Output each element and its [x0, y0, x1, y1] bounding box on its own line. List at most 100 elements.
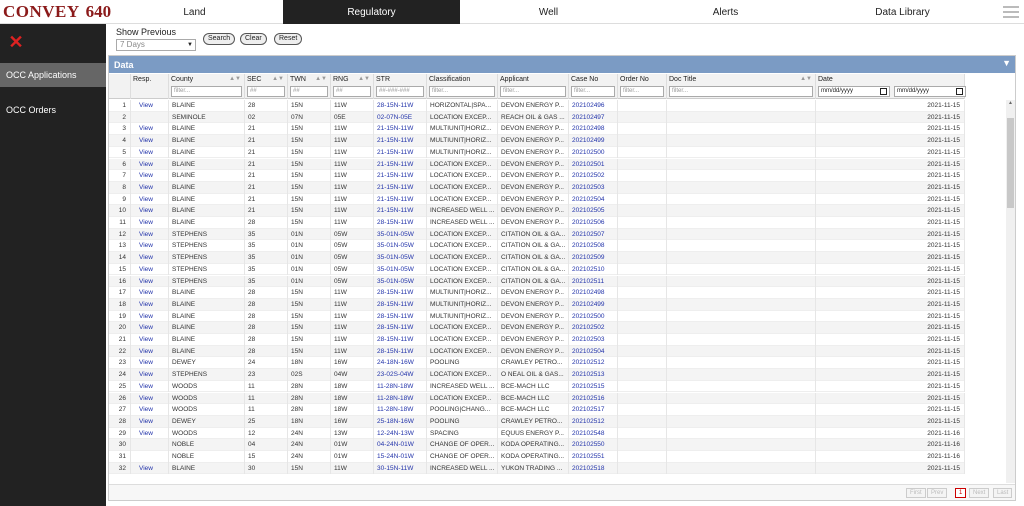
sidebar-item-occ-orders[interactable]: OCC Orders — [0, 98, 106, 122]
case-no-link[interactable]: 202102499 — [569, 135, 618, 147]
table-row[interactable]: 22 View BLAINE 28 15N 11W 28-15N-11W LOCATION E… — [109, 345, 965, 358]
case-no-link[interactable]: 202102506 — [569, 217, 618, 229]
view-link[interactable]: View — [131, 158, 169, 171]
case-no-link[interactable]: 202102512 — [569, 357, 618, 370]
case-no-link[interactable]: 202102508 — [569, 240, 618, 253]
date-from-input[interactable]: mm/dd/yyyy — [818, 86, 890, 97]
table-row[interactable]: 15 View STEPHENS 35 01N 05W 35-01N-05W LOCATION… — [109, 263, 965, 276]
str-link[interactable]: 28-15N-11W — [374, 217, 427, 229]
str-link[interactable]: 11-28N-18W — [374, 404, 427, 416]
table-row[interactable]: 17 View BLAINE 28 15N 11W 28-15N-11W MULTIUNIT|… — [109, 287, 965, 299]
case-no-link[interactable]: 202102513 — [569, 369, 618, 381]
column-header[interactable]: Case No filter... — [569, 74, 618, 99]
view-link[interactable]: View — [131, 193, 169, 206]
brand-logo[interactable]: CONVEY 640 — [0, 0, 111, 24]
data-panel-header[interactable]: Data ▼ — [109, 56, 1015, 73]
view-link[interactable]: View — [131, 170, 169, 182]
str-link[interactable]: 15-24N-01W — [374, 451, 427, 463]
close-icon[interactable]: ✕ — [8, 33, 24, 51]
str-link[interactable]: 21-15N-11W — [374, 146, 427, 159]
nav-tab-land[interactable]: Land — [106, 0, 283, 24]
case-no-link[interactable]: 202102496 — [569, 100, 618, 112]
case-no-link[interactable]: 202102507 — [569, 228, 618, 241]
case-no-link[interactable]: 202102497 — [569, 111, 618, 124]
view-link[interactable]: View — [131, 310, 169, 323]
column-header[interactable]: County ▲▼ filter... — [169, 74, 245, 99]
column-filter-input[interactable]: ## — [333, 86, 371, 97]
table-row[interactable]: 21 View BLAINE 28 15N 11W 28-15N-11W LOCATION E… — [109, 334, 965, 346]
case-no-link[interactable]: 202102500 — [569, 310, 618, 323]
str-link[interactable]: 35-01N-05W — [374, 240, 427, 253]
table-row[interactable]: 28 View DEWEY 25 18N 16W 25-18N-16W POOLING CRAW… — [109, 415, 965, 428]
nav-tab-data-library[interactable]: Data Library — [814, 0, 991, 24]
case-no-link[interactable]: 202102515 — [569, 380, 618, 393]
view-link[interactable]: View — [131, 135, 169, 147]
case-no-link[interactable]: 202102510 — [569, 263, 618, 276]
sort-icon[interactable]: ▲▼ — [315, 76, 327, 82]
pager-prev-button[interactable]: Prev — [927, 488, 948, 498]
view-link[interactable]: View — [131, 252, 169, 264]
table-row[interactable]: 14 View STEPHENS 35 01N 05W 35-01N-05W LOCATION… — [109, 252, 965, 264]
str-link[interactable]: 28-15N-11W — [374, 298, 427, 311]
column-filter-input[interactable]: filter... — [620, 86, 664, 97]
str-link[interactable]: 04-24N-01W — [374, 439, 427, 451]
table-row[interactable]: 4 View BLAINE 21 15N 11W 21-15N-11W MULTIUNIT|H… — [109, 135, 965, 147]
pager-1-button[interactable]: 1 — [955, 488, 967, 498]
view-link[interactable]: View — [131, 380, 169, 393]
view-link[interactable]: View — [131, 146, 169, 159]
str-link[interactable]: 21-15N-11W — [374, 135, 427, 147]
view-link[interactable]: View — [131, 345, 169, 358]
table-row[interactable]: 30 NOBLE 04 24N 01W 04-24N-01W CHANGE OF OPER.… — [109, 439, 965, 451]
str-link[interactable]: 21-15N-11W — [374, 205, 427, 217]
str-link[interactable]: 25-18N-16W — [374, 415, 427, 428]
view-link[interactable]: View — [131, 415, 169, 428]
view-link[interactable]: View — [131, 298, 169, 311]
view-link[interactable]: View — [131, 357, 169, 370]
view-link[interactable]: View — [131, 240, 169, 253]
str-link[interactable]: 12-24N-13W — [374, 427, 427, 440]
table-row[interactable]: 25 View WOODS 11 28N 18W 11-28N-18W INCREASED W… — [109, 380, 965, 393]
column-filter-input[interactable]: ## — [290, 86, 328, 97]
search-button[interactable]: Search — [203, 33, 236, 45]
column-filter-input[interactable]: filter... — [571, 86, 615, 97]
str-link[interactable]: 28-15N-11W — [374, 345, 427, 358]
case-no-link[interactable]: 202102498 — [569, 287, 618, 299]
view-link[interactable]: View — [131, 181, 169, 194]
case-no-link[interactable]: 202102502 — [569, 170, 618, 182]
column-header[interactable]: STR ##-###-### — [374, 74, 427, 99]
table-row[interactable]: 6 View BLAINE 21 15N 11W 21-15N-11W LOCATION EX… — [109, 158, 965, 171]
case-no-link[interactable]: 202102505 — [569, 205, 618, 217]
reset-button[interactable]: Reset — [274, 33, 303, 45]
table-row[interactable]: 12 View STEPHENS 35 01N 05W 35-01N-05W LOCATION… — [109, 228, 965, 241]
show-previous-select[interactable]: 7 Days ▼ — [116, 39, 196, 51]
table-row[interactable]: 29 View WOODS 12 24N 13W 12-24N-13W SPACING EQUU… — [109, 427, 965, 440]
case-no-link[interactable]: 202102512 — [569, 415, 618, 428]
table-row[interactable]: 16 View STEPHENS 35 01N 05W 35-01N-05W LOCATION… — [109, 275, 965, 288]
str-link[interactable]: 21-15N-11W — [374, 123, 427, 136]
table-row[interactable]: 3 View BLAINE 21 15N 11W 21-15N-11W MULTIUNIT|H… — [109, 123, 965, 136]
view-link[interactable]: View — [131, 334, 169, 346]
table-row[interactable]: 13 View STEPHENS 35 01N 05W 35-01N-05W LOCATION… — [109, 240, 965, 253]
case-no-link[interactable]: 202102548 — [569, 427, 618, 440]
str-link[interactable]: 28-15N-11W — [374, 322, 427, 334]
view-link[interactable]: View — [131, 123, 169, 136]
case-no-link[interactable]: 202102516 — [569, 392, 618, 405]
table-row[interactable]: 10 View BLAINE 21 15N 11W 21-15N-11W INCREASED … — [109, 205, 965, 217]
column-header[interactable]: Resp. — [131, 74, 169, 99]
table-row[interactable]: 24 View STEPHENS 23 02S 04W 23-02S-04W LOCATION… — [109, 369, 965, 381]
str-link[interactable]: 35-01N-05W — [374, 275, 427, 288]
case-no-link[interactable]: 202102551 — [569, 451, 618, 463]
column-filter-input[interactable]: filter... — [171, 86, 242, 97]
sort-icon[interactable]: ▲▼ — [358, 76, 370, 82]
view-link[interactable]: View — [131, 427, 169, 440]
clear-button[interactable]: Clear — [240, 33, 267, 45]
pager-first-button[interactable]: First — [906, 488, 926, 498]
vertical-scrollbar[interactable]: ▲ — [1006, 100, 1015, 483]
scroll-up-icon[interactable]: ▲ — [1006, 100, 1015, 108]
column-filter-input[interactable]: filter... — [500, 86, 566, 97]
table-row[interactable]: 11 View BLAINE 28 15N 11W 28-15N-11W INCREASED … — [109, 217, 965, 229]
pager-next-button[interactable]: Next — [969, 488, 990, 498]
view-link[interactable]: View — [131, 263, 169, 276]
view-link[interactable]: View — [131, 322, 169, 334]
column-header[interactable]: RNG ▲▼ ## — [331, 74, 374, 99]
